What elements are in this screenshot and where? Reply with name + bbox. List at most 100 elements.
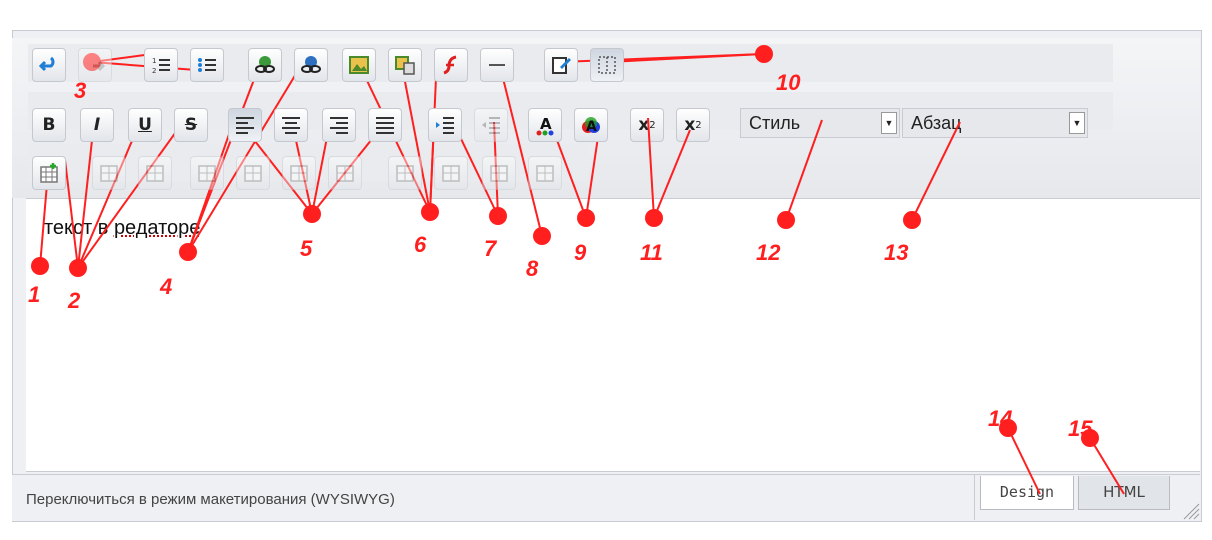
editor-content-area[interactable]: текст в редаторе xyxy=(26,198,1200,472)
ordered-list-button[interactable]: 12 xyxy=(144,48,178,82)
outdent-button[interactable] xyxy=(474,108,508,142)
redo-button[interactable] xyxy=(78,48,112,82)
insert-row-after-icon xyxy=(244,165,262,182)
insert-link-button[interactable] xyxy=(248,48,282,82)
subscript-label: x xyxy=(684,115,696,135)
editor-content-text[interactable]: текст в редаторе xyxy=(44,217,200,240)
align-justify-button[interactable] xyxy=(368,108,402,142)
text-color-button[interactable]: A xyxy=(528,108,562,142)
cell-properties-icon xyxy=(146,165,164,182)
unordered-list-button[interactable] xyxy=(190,48,224,82)
background-color-button[interactable]: A xyxy=(574,108,608,142)
horizontal-rule-icon xyxy=(489,64,505,66)
insert-image-button[interactable] xyxy=(342,48,376,82)
annotation-number: 14 xyxy=(988,406,1013,431)
annotation-dot xyxy=(69,259,87,277)
undo-button[interactable] xyxy=(32,48,66,82)
insert-table-button[interactable] xyxy=(32,156,66,190)
superscript-sup: 2 xyxy=(649,119,656,131)
undo-icon xyxy=(38,56,55,72)
annotation-number: 1 xyxy=(28,282,41,307)
annotation-number: 15 xyxy=(1068,416,1093,441)
delete-row-button[interactable] xyxy=(282,156,316,190)
unordered-list-icon xyxy=(198,58,216,72)
bold-button[interactable]: B xyxy=(32,108,66,142)
underline-button[interactable]: U xyxy=(128,108,162,142)
align-right-icon xyxy=(330,117,348,134)
annotation-dot xyxy=(31,257,49,275)
split-cell-icon xyxy=(536,165,554,182)
show-borders-icon xyxy=(598,56,616,74)
show-borders-button[interactable] xyxy=(590,48,624,82)
cell-properties-button[interactable] xyxy=(138,156,172,190)
chevron-down-icon[interactable]: ▼ xyxy=(1069,112,1085,134)
remove-link-button[interactable] xyxy=(294,48,328,82)
paragraph-select-value: Абзац xyxy=(911,113,962,133)
annotation-number: 13 xyxy=(884,240,909,265)
annotation-number: 10 xyxy=(776,70,801,95)
annotation-dot xyxy=(303,205,321,223)
insert-image-icon xyxy=(349,56,369,74)
strikethrough-button[interactable]: S xyxy=(174,108,208,142)
svg-text:A: A xyxy=(540,115,552,133)
insert-row-before-icon xyxy=(198,165,216,182)
background-color-icon: A xyxy=(582,117,600,135)
subscript-sub: 2 xyxy=(695,119,702,131)
remove-link-icon xyxy=(301,56,321,73)
annotated-editor-screenshot: x2 x2 Стиль ▼ Абзац ▼ текст в редаторе П… xyxy=(0,0,1212,540)
annotation-dot xyxy=(755,45,773,63)
content-text-plain: текст в xyxy=(44,217,114,239)
align-justify-icon xyxy=(376,117,394,134)
style-select[interactable]: Стиль ▼ xyxy=(740,108,900,138)
delete-col-button[interactable] xyxy=(434,156,468,190)
align-left-button[interactable] xyxy=(228,108,262,142)
annotation-dot xyxy=(489,207,507,225)
merge-cells-button[interactable] xyxy=(482,156,516,190)
annotation-number: 6 xyxy=(414,232,427,257)
annotation-dot xyxy=(577,209,595,227)
paragraph-select[interactable]: Абзац ▼ xyxy=(902,108,1088,138)
annotation-dot xyxy=(903,211,921,229)
align-right-button[interactable] xyxy=(322,108,356,142)
annotation-number: 9 xyxy=(574,240,587,265)
superscript-label: x xyxy=(638,115,650,135)
tab-html[interactable]: HTML xyxy=(1078,476,1170,510)
insert-row-before-button[interactable] xyxy=(190,156,224,190)
superscript-button[interactable]: x2 xyxy=(630,108,664,142)
chevron-down-icon[interactable]: ▼ xyxy=(881,112,897,134)
svg-text:A: A xyxy=(586,119,597,135)
edit-source-icon xyxy=(552,57,571,74)
insert-col-after-button[interactable] xyxy=(388,156,422,190)
indent-icon xyxy=(436,117,454,134)
status-divider xyxy=(974,474,975,520)
image-manager-button[interactable] xyxy=(388,48,422,82)
insert-flash-icon xyxy=(443,55,457,75)
tab-design[interactable]: Design xyxy=(980,476,1074,510)
insert-col-before-icon xyxy=(336,165,354,182)
insert-col-before-button[interactable] xyxy=(328,156,362,190)
table-properties-icon xyxy=(100,165,118,182)
content-text-misspelled: редаторе xyxy=(113,217,201,239)
align-center-button[interactable] xyxy=(274,108,308,142)
indent-button[interactable] xyxy=(428,108,462,142)
outdent-icon xyxy=(482,117,500,134)
align-left-icon xyxy=(236,117,254,134)
edit-source-button[interactable] xyxy=(544,48,578,82)
redo-icon xyxy=(93,60,106,72)
annotation-number: 4 xyxy=(160,274,173,299)
italic-button[interactable]: I xyxy=(80,108,114,142)
annotation-number: 7 xyxy=(484,236,497,261)
insert-col-after-icon xyxy=(396,165,414,182)
split-cell-button[interactable] xyxy=(528,156,562,190)
subscript-button[interactable]: x2 xyxy=(676,108,710,142)
insert-flash-button[interactable] xyxy=(434,48,468,82)
delete-col-icon xyxy=(442,165,460,182)
resize-handle-icon[interactable] xyxy=(1180,500,1200,520)
style-select-value: Стиль xyxy=(749,113,801,133)
annotation-dot xyxy=(533,227,551,245)
align-center-icon xyxy=(282,117,300,134)
insert-row-after-button[interactable] xyxy=(236,156,270,190)
annotation-number: 2 xyxy=(68,288,81,313)
horizontal-rule-button[interactable] xyxy=(480,48,514,82)
table-properties-button[interactable] xyxy=(92,156,126,190)
